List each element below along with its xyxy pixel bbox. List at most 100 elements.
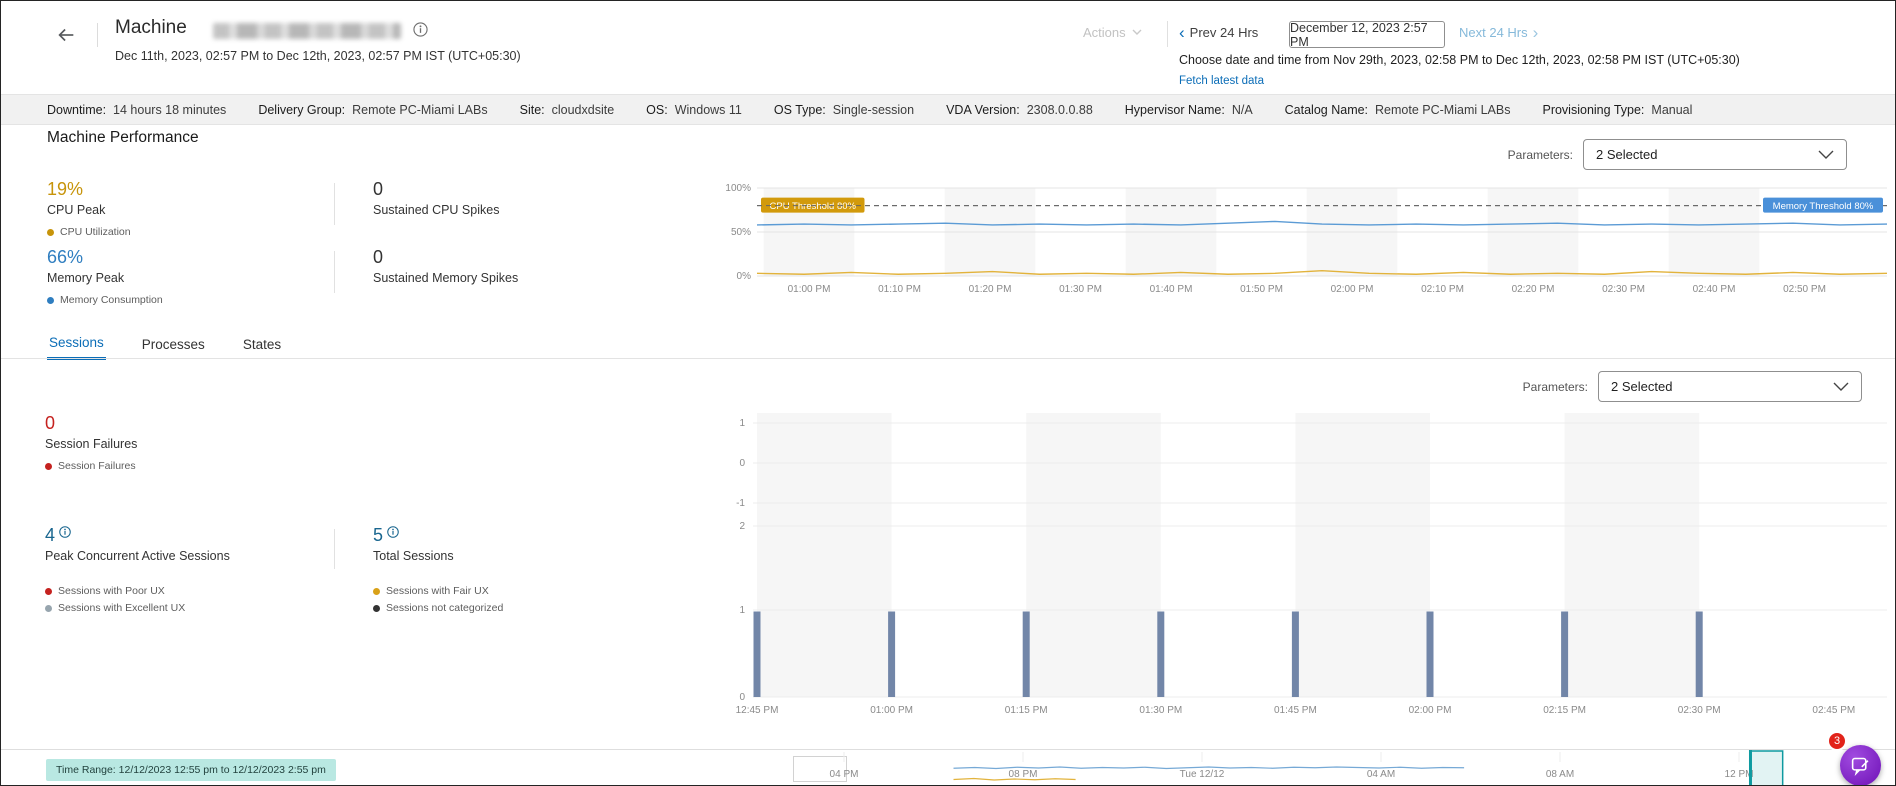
memory-peak-label: Memory Peak (47, 271, 125, 285)
svg-text:01:30 PM: 01:30 PM (1139, 705, 1182, 716)
info-item-site: Site: cloudxdsite (519, 102, 615, 117)
parameters-label: Parameters: (1507, 147, 1573, 162)
prev-24hrs-button[interactable]: ‹ Prev 24 Hrs (1179, 24, 1259, 41)
prev-24hrs-label: Prev 24 Hrs (1189, 25, 1259, 40)
total-sessions-label: Total Sessions (373, 549, 454, 563)
datetime-picker[interactable]: December 12, 2023 2:57 PM (1289, 20, 1445, 49)
total-sessions-stat: 5 Total Sessions Sessions with Fair UX S… (373, 525, 503, 614)
machine-name-redacted (213, 23, 401, 39)
svg-text:01:30 PM: 01:30 PM (1059, 284, 1102, 295)
peak-concurrent-sessions-stat: 4 Peak Concurrent Active Sessions Sessio… (45, 525, 230, 614)
cpu-peak-stat: 19% CPU Peak CPU Utilization (47, 179, 131, 238)
svg-text:08 PM: 08 PM (1009, 769, 1038, 780)
legend-not-categorized: Sessions not categorized (373, 602, 503, 614)
chevron-down-icon (1132, 29, 1142, 35)
svg-text:08 AM: 08 AM (1546, 769, 1574, 780)
help-feedback-button[interactable] (1840, 745, 1881, 785)
session-failures-stat: 0 Session Failures Session Failures (45, 413, 137, 472)
svg-text:50%: 50% (731, 227, 751, 238)
svg-text:100%: 100% (725, 183, 751, 194)
info-item-provisioning: Provisioning Type: Manual (1542, 102, 1693, 117)
tab-processes[interactable]: Processes (140, 335, 207, 360)
svg-text:12:45 PM: 12:45 PM (736, 705, 779, 716)
arrow-left-icon (58, 28, 74, 41)
sessions-chart[interactable]: 1 0 -1 2 1 0 12:45 PM 01:00 PM 01:15 PM 01:30 PM 0… (701, 407, 1891, 719)
svg-text:02:30 PM: 02:30 PM (1678, 705, 1721, 716)
machine-performance-title: Machine Performance (47, 129, 199, 146)
chevron-down-icon (1818, 150, 1834, 159)
svg-text:01:15 PM: 01:15 PM (1005, 705, 1048, 716)
sustained-cpu-stat: 0 Sustained CPU Spikes (373, 179, 499, 217)
legend-dot (45, 587, 52, 595)
info-icon (387, 526, 399, 538)
svg-text:02:10 PM: 02:10 PM (1421, 284, 1464, 295)
chat-pencil-icon (1851, 757, 1869, 776)
peak-concurrent-info-icon[interactable] (59, 526, 71, 538)
sessions-parameters-select[interactable]: 2 Selected (1598, 371, 1862, 402)
report-date-range: Dec 11th, 2023, 02:57 PM to Dec 12th, 20… (115, 49, 521, 63)
header-divider (1167, 21, 1168, 47)
sustained-cpu-value: 0 (373, 179, 384, 199)
info-item-downtime: Downtime: 14 hours 18 minutes (47, 102, 227, 117)
total-sessions-value: 5 (373, 525, 384, 545)
svg-text:02:30 PM: 02:30 PM (1602, 284, 1645, 295)
machine-info-bar: Downtime: 14 hours 18 minutes Delivery Gr… (1, 94, 1895, 125)
session-failures-value: 0 (45, 413, 56, 433)
title-divider (97, 23, 98, 47)
timeline-selection[interactable] (1749, 750, 1784, 786)
sustained-memory-value: 0 (373, 247, 384, 267)
svg-text:1: 1 (739, 418, 745, 429)
memory-peak-value: 66% (47, 247, 84, 267)
svg-text:02:40 PM: 02:40 PM (1693, 284, 1736, 295)
svg-text:0: 0 (739, 458, 745, 469)
datetime-value: December 12, 2023 2:57 PM (1290, 20, 1428, 49)
svg-text:01:45 PM: 01:45 PM (1274, 705, 1317, 716)
sustained-cpu-label: Sustained CPU Spikes (373, 203, 500, 217)
fetch-latest-data-link[interactable]: Fetch latest data (1179, 75, 1264, 87)
timeline-navigator: 04 PM 08 PM Tue 12/12 04 AM 08 AM 12 PM Time … (1, 749, 1896, 786)
tab-states[interactable]: States (241, 335, 283, 360)
svg-text:04 AM: 04 AM (1367, 769, 1395, 780)
svg-text:CPU Threshold 80%: CPU Threshold 80% (770, 201, 857, 212)
performance-chart[interactable]: 0% 50% 100% 01:00 PM 01:10 PM 01:20 PM 01:30 P… (701, 180, 1891, 298)
sustained-memory-label: Sustained Memory Spikes (373, 271, 519, 285)
svg-text:01:00 PM: 01:00 PM (788, 284, 831, 295)
legend-memory-consumption: Memory Consumption (47, 294, 163, 306)
legend-cpu-utilization: CPU Utilization (47, 226, 131, 238)
back-button[interactable] (51, 21, 81, 51)
legend-poor-ux: Sessions with Poor UX (45, 585, 230, 597)
svg-text:02:00 PM: 02:00 PM (1331, 284, 1374, 295)
svg-text:02:15 PM: 02:15 PM (1543, 705, 1586, 716)
actions-button[interactable]: Actions (1083, 25, 1142, 40)
cpu-peak-value: 19% (47, 179, 84, 199)
info-icon (413, 22, 428, 37)
cpu-peak-label: CPU Peak (47, 203, 106, 217)
svg-text:-1: -1 (736, 498, 745, 509)
peak-concurrent-label: Peak Concurrent Active Sessions (45, 549, 230, 563)
info-item-os: OS: Windows 11 (646, 102, 742, 117)
performance-parameters-select[interactable]: 2 Selected (1583, 139, 1847, 170)
svg-text:01:10 PM: 01:10 PM (878, 284, 921, 295)
page-title: Machine (115, 17, 187, 38)
stat-divider (334, 183, 335, 225)
total-sessions-info-icon[interactable] (387, 526, 399, 538)
svg-text:1: 1 (739, 605, 745, 616)
svg-text:02:45 PM: 02:45 PM (1812, 705, 1855, 716)
legend-session-failures: Session Failures (45, 460, 137, 472)
tab-bar: Sessions Processes States (47, 335, 283, 360)
timeline-navigator-chart[interactable]: 04 PM 08 PM Tue 12/12 04 AM 08 AM 12 PM (787, 750, 1896, 786)
legend-dot (373, 604, 380, 612)
notification-badge: 3 (1827, 731, 1847, 751)
parameters-label: Parameters: (1522, 379, 1588, 394)
svg-text:02:50 PM: 02:50 PM (1783, 284, 1826, 295)
info-item-hypervisor: Hypervisor Name: N/A (1124, 102, 1253, 117)
parameters-value: 2 Selected (1596, 147, 1658, 162)
next-24hrs-button[interactable]: Next 24 Hrs › (1459, 24, 1538, 41)
tab-sessions[interactable]: Sessions (47, 335, 106, 360)
svg-text:2: 2 (739, 521, 745, 532)
legend-dot (373, 587, 380, 595)
info-item-delivery-group: Delivery Group: Remote PC-Miami LABs (258, 102, 488, 117)
legend-dot (47, 228, 54, 236)
tab-bar-rule (1, 358, 1895, 359)
machine-info-icon[interactable] (413, 22, 428, 40)
